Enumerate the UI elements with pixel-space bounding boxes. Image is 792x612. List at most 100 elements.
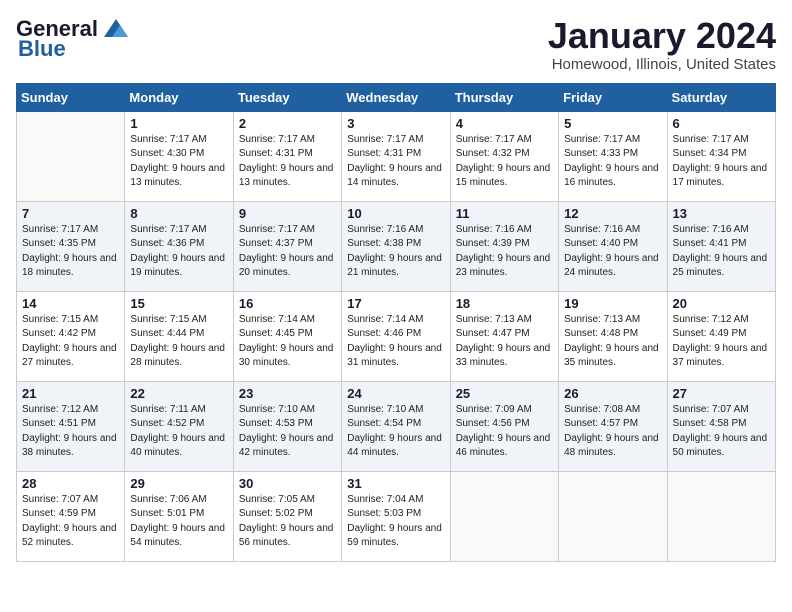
day-info: Sunrise: 7:06 AM Sunset: 5:01 PM Dayligh…: [130, 493, 227, 551]
day-info: Sunrise: 7:12 AM Sunset: 4:51 PM Dayligh…: [22, 403, 119, 461]
sunrise-text: Sunrise: 7:09 AM: [456, 404, 532, 415]
page-header: General Blue January 2024 Homewood, Illi…: [16, 16, 776, 73]
sunrise-text: Sunrise: 7:12 AM: [22, 404, 98, 415]
sunset-text: Sunset: 4:53 PM: [239, 418, 313, 429]
day-info: Sunrise: 7:15 AM Sunset: 4:44 PM Dayligh…: [130, 313, 227, 371]
daylight-text: Daylight: 9 hours and 37 minutes.: [673, 343, 768, 369]
calendar-cell: 10 Sunrise: 7:16 AM Sunset: 4:38 PM Dayl…: [342, 201, 450, 291]
weekday-header-wednesday: Wednesday: [342, 83, 450, 111]
sunset-text: Sunset: 4:40 PM: [564, 238, 638, 249]
day-number: 3: [347, 116, 444, 131]
daylight-text: Daylight: 9 hours and 15 minutes.: [456, 163, 551, 189]
daylight-text: Daylight: 9 hours and 18 minutes.: [22, 253, 117, 279]
sunrise-text: Sunrise: 7:04 AM: [347, 494, 423, 505]
calendar-cell: 1 Sunrise: 7:17 AM Sunset: 4:30 PM Dayli…: [125, 111, 233, 201]
calendar-cell: 4 Sunrise: 7:17 AM Sunset: 4:32 PM Dayli…: [450, 111, 558, 201]
day-number: 9: [239, 206, 336, 221]
weekday-header-friday: Friday: [559, 83, 667, 111]
sunrise-text: Sunrise: 7:17 AM: [130, 224, 206, 235]
sunrise-text: Sunrise: 7:17 AM: [22, 224, 98, 235]
weekday-header-monday: Monday: [125, 83, 233, 111]
day-info: Sunrise: 7:13 AM Sunset: 4:47 PM Dayligh…: [456, 313, 553, 371]
daylight-text: Daylight: 9 hours and 28 minutes.: [130, 343, 225, 369]
sunrise-text: Sunrise: 7:17 AM: [239, 224, 315, 235]
sunset-text: Sunset: 4:44 PM: [130, 328, 204, 339]
sunset-text: Sunset: 4:35 PM: [22, 238, 96, 249]
day-number: 2: [239, 116, 336, 131]
weekday-header-row: SundayMondayTuesdayWednesdayThursdayFrid…: [17, 83, 776, 111]
daylight-text: Daylight: 9 hours and 16 minutes.: [564, 163, 659, 189]
sunset-text: Sunset: 4:56 PM: [456, 418, 530, 429]
sunrise-text: Sunrise: 7:14 AM: [347, 314, 423, 325]
day-number: 15: [130, 296, 227, 311]
sunset-text: Sunset: 4:30 PM: [130, 148, 204, 159]
day-number: 17: [347, 296, 444, 311]
sunrise-text: Sunrise: 7:17 AM: [239, 134, 315, 145]
daylight-text: Daylight: 9 hours and 13 minutes.: [239, 163, 334, 189]
day-info: Sunrise: 7:17 AM Sunset: 4:37 PM Dayligh…: [239, 223, 336, 281]
day-info: Sunrise: 7:08 AM Sunset: 4:57 PM Dayligh…: [564, 403, 661, 461]
day-number: 1: [130, 116, 227, 131]
calendar-cell: [17, 111, 125, 201]
weekday-header-thursday: Thursday: [450, 83, 558, 111]
daylight-text: Daylight: 9 hours and 54 minutes.: [130, 523, 225, 549]
sunset-text: Sunset: 4:31 PM: [239, 148, 313, 159]
day-info: Sunrise: 7:17 AM Sunset: 4:36 PM Dayligh…: [130, 223, 227, 281]
sunset-text: Sunset: 5:03 PM: [347, 508, 421, 519]
day-info: Sunrise: 7:17 AM Sunset: 4:35 PM Dayligh…: [22, 223, 119, 281]
day-info: Sunrise: 7:17 AM Sunset: 4:32 PM Dayligh…: [456, 133, 553, 191]
logo-blue: Blue: [18, 36, 66, 62]
daylight-text: Daylight: 9 hours and 20 minutes.: [239, 253, 334, 279]
calendar-cell: [559, 471, 667, 561]
daylight-text: Daylight: 9 hours and 27 minutes.: [22, 343, 117, 369]
calendar-cell: 18 Sunrise: 7:13 AM Sunset: 4:47 PM Dayl…: [450, 291, 558, 381]
calendar-cell: 8 Sunrise: 7:17 AM Sunset: 4:36 PM Dayli…: [125, 201, 233, 291]
calendar-cell: 23 Sunrise: 7:10 AM Sunset: 4:53 PM Dayl…: [233, 381, 341, 471]
sunset-text: Sunset: 4:36 PM: [130, 238, 204, 249]
calendar-week-3: 14 Sunrise: 7:15 AM Sunset: 4:42 PM Dayl…: [17, 291, 776, 381]
calendar-cell: 24 Sunrise: 7:10 AM Sunset: 4:54 PM Dayl…: [342, 381, 450, 471]
calendar-table: SundayMondayTuesdayWednesdayThursdayFrid…: [16, 83, 776, 562]
sunrise-text: Sunrise: 7:17 AM: [673, 134, 749, 145]
daylight-text: Daylight: 9 hours and 14 minutes.: [347, 163, 442, 189]
daylight-text: Daylight: 9 hours and 56 minutes.: [239, 523, 334, 549]
calendar-cell: [450, 471, 558, 561]
day-number: 19: [564, 296, 661, 311]
day-info: Sunrise: 7:16 AM Sunset: 4:41 PM Dayligh…: [673, 223, 770, 281]
calendar-cell: 7 Sunrise: 7:17 AM Sunset: 4:35 PM Dayli…: [17, 201, 125, 291]
sunrise-text: Sunrise: 7:16 AM: [564, 224, 640, 235]
calendar-cell: 25 Sunrise: 7:09 AM Sunset: 4:56 PM Dayl…: [450, 381, 558, 471]
sunset-text: Sunset: 4:49 PM: [673, 328, 747, 339]
day-info: Sunrise: 7:04 AM Sunset: 5:03 PM Dayligh…: [347, 493, 444, 551]
day-number: 13: [673, 206, 770, 221]
calendar-cell: 12 Sunrise: 7:16 AM Sunset: 4:40 PM Dayl…: [559, 201, 667, 291]
day-number: 28: [22, 476, 119, 491]
day-number: 25: [456, 386, 553, 401]
day-info: Sunrise: 7:12 AM Sunset: 4:49 PM Dayligh…: [673, 313, 770, 371]
daylight-text: Daylight: 9 hours and 25 minutes.: [673, 253, 768, 279]
sunrise-text: Sunrise: 7:14 AM: [239, 314, 315, 325]
weekday-header-saturday: Saturday: [667, 83, 775, 111]
day-info: Sunrise: 7:05 AM Sunset: 5:02 PM Dayligh…: [239, 493, 336, 551]
day-info: Sunrise: 7:11 AM Sunset: 4:52 PM Dayligh…: [130, 403, 227, 461]
day-info: Sunrise: 7:17 AM Sunset: 4:31 PM Dayligh…: [239, 133, 336, 191]
sunset-text: Sunset: 4:48 PM: [564, 328, 638, 339]
calendar-cell: 19 Sunrise: 7:13 AM Sunset: 4:48 PM Dayl…: [559, 291, 667, 381]
calendar-cell: 21 Sunrise: 7:12 AM Sunset: 4:51 PM Dayl…: [17, 381, 125, 471]
weekday-header-sunday: Sunday: [17, 83, 125, 111]
day-number: 11: [456, 206, 553, 221]
sunrise-text: Sunrise: 7:17 AM: [347, 134, 423, 145]
daylight-text: Daylight: 9 hours and 52 minutes.: [22, 523, 117, 549]
sunrise-text: Sunrise: 7:11 AM: [130, 404, 205, 415]
sunrise-text: Sunrise: 7:13 AM: [564, 314, 640, 325]
sunrise-text: Sunrise: 7:16 AM: [456, 224, 532, 235]
calendar-week-5: 28 Sunrise: 7:07 AM Sunset: 4:59 PM Dayl…: [17, 471, 776, 561]
day-number: 10: [347, 206, 444, 221]
calendar-cell: 11 Sunrise: 7:16 AM Sunset: 4:39 PM Dayl…: [450, 201, 558, 291]
daylight-text: Daylight: 9 hours and 17 minutes.: [673, 163, 768, 189]
day-info: Sunrise: 7:13 AM Sunset: 4:48 PM Dayligh…: [564, 313, 661, 371]
day-info: Sunrise: 7:17 AM Sunset: 4:30 PM Dayligh…: [130, 133, 227, 191]
calendar-cell: 31 Sunrise: 7:04 AM Sunset: 5:03 PM Dayl…: [342, 471, 450, 561]
day-number: 31: [347, 476, 444, 491]
sunrise-text: Sunrise: 7:17 AM: [456, 134, 532, 145]
